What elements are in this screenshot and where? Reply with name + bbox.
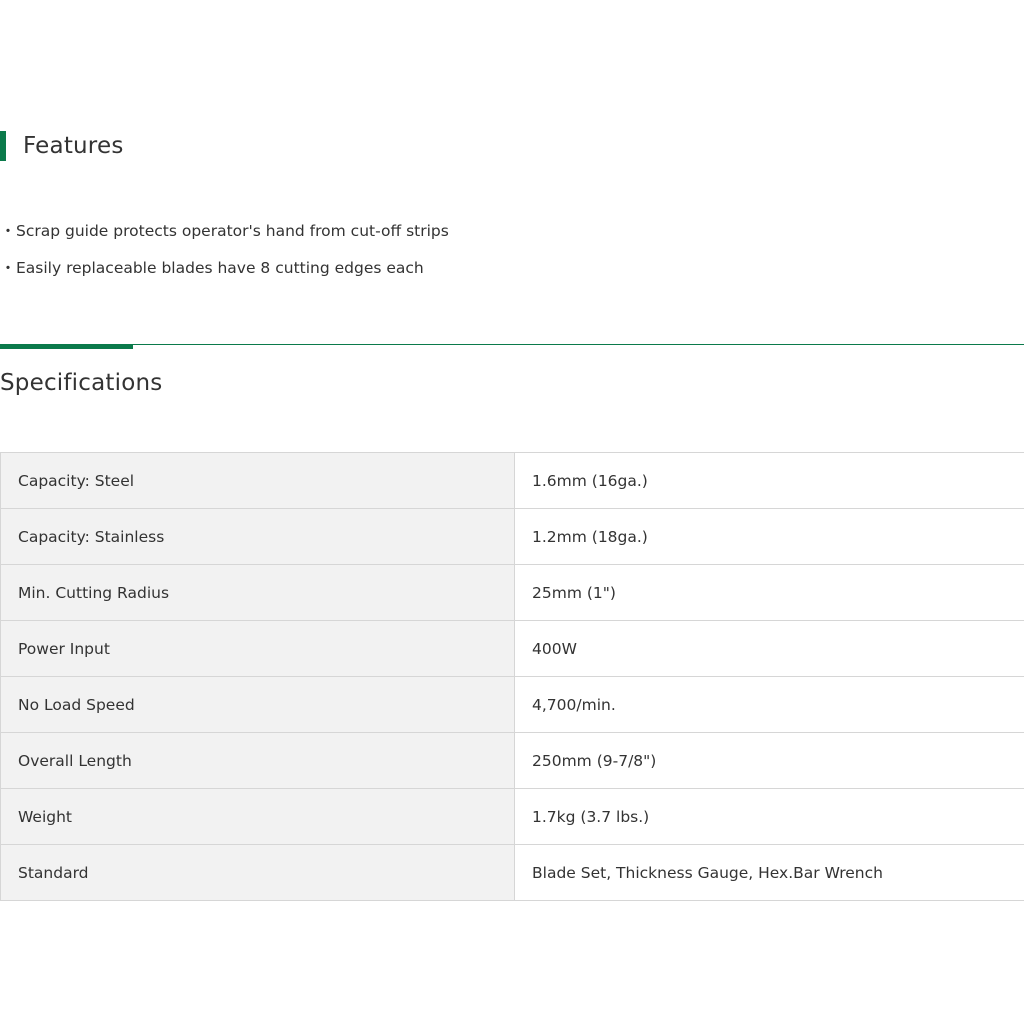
features-header: Features <box>0 130 124 162</box>
spec-value: 250mm (9-7/8") <box>514 732 1024 789</box>
spec-value: 4,700/min. <box>514 676 1024 733</box>
spec-value: 25mm (1") <box>514 564 1024 621</box>
spec-label: Standard <box>0 844 515 901</box>
spec-row: Standard Blade Set, Thickness Gauge, Hex… <box>0 844 1024 901</box>
section-divider-accent <box>0 344 133 349</box>
spec-label: No Load Speed <box>0 676 515 733</box>
spec-label: Min. Cutting Radius <box>0 564 515 621</box>
spec-label: Weight <box>0 788 515 845</box>
spec-row: Weight 1.7kg (3.7 lbs.) <box>0 788 1024 845</box>
feature-item: ・Scrap guide protects operator's hand fr… <box>0 213 449 250</box>
spec-row: Overall Length 250mm (9-7/8") <box>0 732 1024 789</box>
spec-row: Min. Cutting Radius 25mm (1") <box>0 564 1024 621</box>
spec-value: 400W <box>514 620 1024 677</box>
bullet-icon: ・ <box>0 259 16 277</box>
spec-value: 1.7kg (3.7 lbs.) <box>514 788 1024 845</box>
spec-row: Capacity: Stainless 1.2mm (18ga.) <box>0 508 1024 565</box>
features-accent-bar <box>0 131 6 161</box>
spec-label: Overall Length <box>0 732 515 789</box>
specifications-title: Specifications <box>0 370 163 396</box>
spec-row: No Load Speed 4,700/min. <box>0 676 1024 733</box>
spec-label: Capacity: Steel <box>0 452 515 509</box>
feature-item: ・Easily replaceable blades have 8 cuttin… <box>0 250 449 287</box>
spec-value: 1.6mm (16ga.) <box>514 452 1024 509</box>
section-divider <box>0 344 1024 345</box>
product-detail-page: Features ・Scrap guide protects operator'… <box>0 0 1024 1024</box>
features-title: Features <box>23 133 124 159</box>
spec-label: Power Input <box>0 620 515 677</box>
feature-text: Scrap guide protects operator's hand fro… <box>16 222 449 240</box>
spec-row: Capacity: Steel 1.6mm (16ga.) <box>0 452 1024 509</box>
spec-value: Blade Set, Thickness Gauge, Hex.Bar Wren… <box>514 844 1024 901</box>
feature-text: Easily replaceable blades have 8 cutting… <box>16 259 424 277</box>
feature-list: ・Scrap guide protects operator's hand fr… <box>0 213 449 287</box>
bullet-icon: ・ <box>0 222 16 240</box>
spec-row: Power Input 400W <box>0 620 1024 677</box>
spec-label: Capacity: Stainless <box>0 508 515 565</box>
spec-value: 1.2mm (18ga.) <box>514 508 1024 565</box>
specifications-table: Capacity: Steel 1.6mm (16ga.) Capacity: … <box>0 452 1024 901</box>
